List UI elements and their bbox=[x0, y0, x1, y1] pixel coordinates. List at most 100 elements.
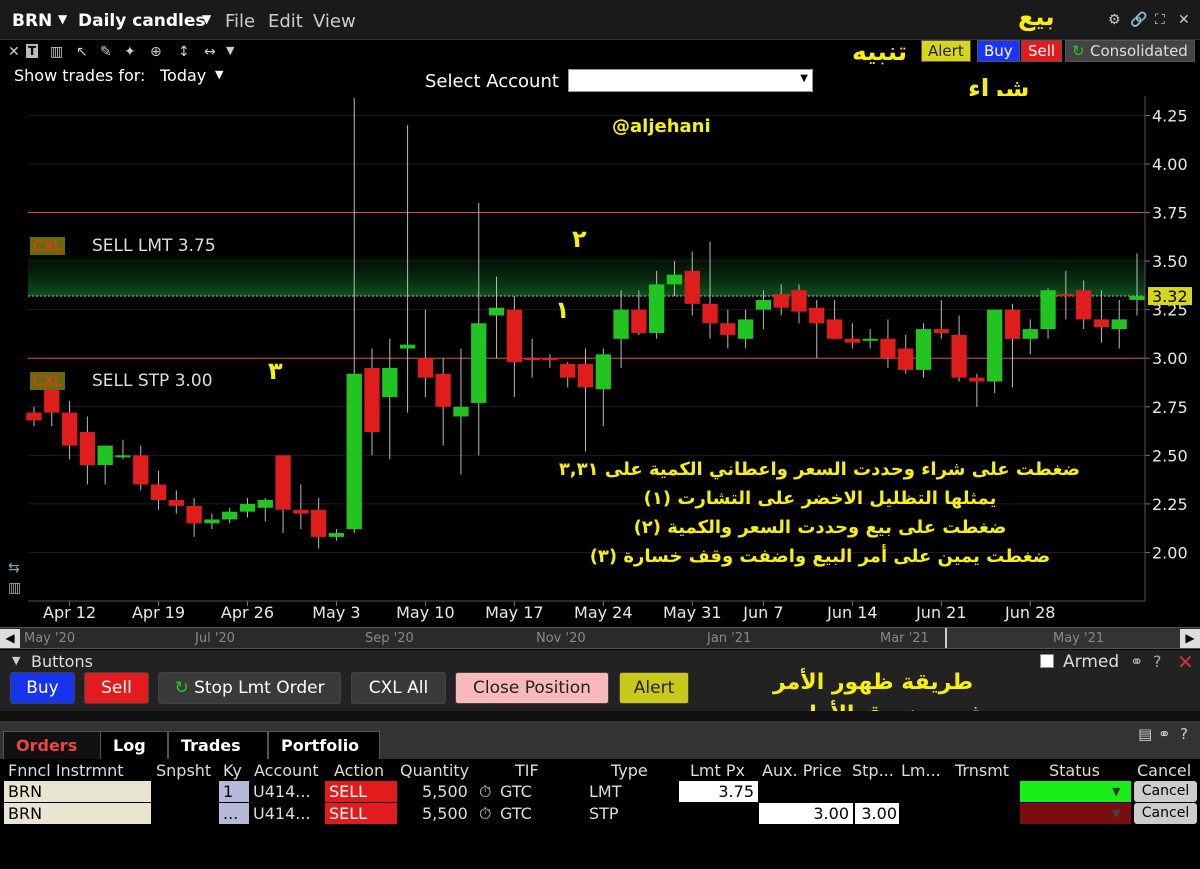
help-icon[interactable]: ? bbox=[1153, 652, 1162, 671]
volume-icon[interactable]: ▥ bbox=[8, 580, 21, 596]
chevron-down-icon[interactable]: ▼ bbox=[1112, 781, 1120, 802]
col-tif[interactable]: TIF bbox=[515, 761, 539, 780]
table-row[interactable]: BRN ... U414... SELL 5,500 ⏱ GTC STP 3.0… bbox=[0, 803, 1200, 825]
candle-body bbox=[1093, 319, 1110, 328]
chart-settings-icon[interactable]: ⇆ bbox=[8, 560, 20, 576]
cell-quantity: 5,500 bbox=[422, 782, 468, 801]
alert-button[interactable]: Alert bbox=[921, 40, 971, 62]
show-trades-dropdown[interactable]: Today bbox=[160, 66, 206, 85]
candle-body bbox=[471, 323, 487, 403]
cell-key: 1 bbox=[219, 781, 249, 802]
cell-status: ▼ bbox=[1020, 781, 1131, 802]
col-snapshot[interactable]: Snpsht bbox=[156, 761, 211, 780]
cursor-icon[interactable]: ↖ bbox=[76, 44, 88, 60]
cell-tif: GTC bbox=[500, 782, 532, 801]
cancel-button[interactable]: Cancel bbox=[1134, 781, 1197, 802]
col-cancel[interactable]: Cancel bbox=[1137, 761, 1191, 780]
stop-lmt-order-button[interactable]: ↻ Stop Lmt Order bbox=[158, 672, 341, 704]
pencil-icon[interactable]: ✎ bbox=[100, 44, 112, 60]
vertical-icon[interactable]: ↕ bbox=[178, 44, 190, 60]
candle-body bbox=[844, 338, 861, 343]
col-status[interactable]: Status bbox=[1049, 761, 1100, 780]
candle-body bbox=[809, 307, 825, 324]
consolidated-button[interactable]: ↻ Consolidated bbox=[1065, 40, 1195, 62]
col-type[interactable]: Type bbox=[611, 761, 648, 780]
chevron-down-icon[interactable]: ▼ bbox=[215, 68, 223, 81]
link-icon[interactable]: 🔗 bbox=[1130, 12, 1147, 28]
account-select[interactable]: ▼ bbox=[568, 69, 813, 92]
horizontal-icon[interactable]: ↔ bbox=[204, 44, 216, 60]
sell-stop-label[interactable]: SELL STP 3.00 bbox=[92, 371, 213, 391]
x-tick-label: Apr 26 bbox=[221, 603, 274, 622]
chevron-down-icon[interactable]: ▼ bbox=[1112, 803, 1120, 824]
col-action[interactable]: Action bbox=[334, 761, 384, 780]
chevron-down-icon[interactable]: ▼ bbox=[202, 12, 211, 26]
tab-orders[interactable]: Orders bbox=[3, 731, 105, 759]
menu-edit[interactable]: Edit bbox=[268, 11, 303, 32]
expand-icon[interactable]: ⛶ bbox=[1155, 12, 1165, 28]
y-tick-label: 3.50 bbox=[1152, 252, 1188, 271]
close-position-button[interactable]: Close Position bbox=[455, 672, 609, 704]
close-icon[interactable]: ✕ bbox=[1177, 650, 1194, 674]
crosshair-icon[interactable]: ⊕ bbox=[150, 44, 162, 60]
symbol-dropdown[interactable]: BRN bbox=[12, 11, 52, 31]
table-row[interactable]: BRN 1 U414... SELL 5,500 ⏱ GTC LMT 3.75 … bbox=[0, 781, 1200, 803]
cell-instrument: BRN bbox=[4, 781, 151, 802]
cell-aux-price[interactable]: 3.00 bbox=[759, 803, 853, 824]
col-instrument[interactable]: Fnncl Instrmnt bbox=[8, 761, 124, 780]
cxl-all-button[interactable]: CXL All bbox=[351, 672, 446, 704]
x-tick-label: Jun 7 bbox=[742, 603, 783, 622]
link-icon[interactable]: ⚭ bbox=[1158, 725, 1171, 743]
nav-left-arrow[interactable]: ◀ bbox=[0, 629, 20, 648]
cell-type: LMT bbox=[589, 782, 622, 801]
tab-log[interactable]: Log bbox=[100, 731, 168, 759]
cxl-limit-button[interactable]: CXL bbox=[30, 237, 66, 255]
pin-icon[interactable]: ✕ bbox=[8, 44, 20, 60]
time-navigator[interactable]: ◀ ▶ May '20 Jul '20 Sep '20 Nov '20 Jan … bbox=[0, 627, 1200, 649]
tab-portfolio[interactable]: Portfolio bbox=[268, 731, 380, 759]
period-dropdown[interactable]: Daily candles bbox=[78, 11, 206, 31]
panel-alert-button[interactable]: Alert bbox=[619, 672, 689, 704]
document-icon[interactable]: ▤ bbox=[1138, 725, 1152, 743]
sell-button[interactable]: Sell bbox=[1021, 40, 1063, 62]
cxl-stop-button[interactable]: CXL bbox=[30, 372, 66, 390]
help-icon[interactable]: ? bbox=[1180, 725, 1188, 743]
collapse-icon[interactable]: ▼ bbox=[12, 654, 20, 667]
gear-icon[interactable]: ⚙ bbox=[1108, 12, 1121, 28]
col-lm[interactable]: Lm... bbox=[901, 761, 941, 780]
link-icon[interactable]: ⚭ bbox=[1130, 652, 1143, 671]
menu-view[interactable]: View bbox=[313, 11, 356, 32]
col-quantity[interactable]: Quantity bbox=[400, 761, 469, 780]
order-note-line1: طريقة ظهور الأمر bbox=[773, 670, 974, 695]
text-icon[interactable]: T bbox=[26, 44, 39, 58]
tab-trades[interactable]: Trades bbox=[168, 731, 268, 759]
candle-body bbox=[951, 334, 967, 378]
sell-limit-label[interactable]: SELL LMT 3.75 bbox=[92, 236, 216, 256]
candle-body bbox=[666, 274, 683, 285]
buy-shading bbox=[28, 257, 1145, 297]
panel-buy-button[interactable]: Buy bbox=[10, 672, 75, 704]
cell-stp[interactable]: 3.00 bbox=[855, 803, 899, 824]
candle-body bbox=[239, 503, 256, 512]
col-stp[interactable]: Stp... bbox=[852, 761, 894, 780]
close-icon[interactable]: ✕ bbox=[1178, 12, 1190, 28]
bars-icon[interactable]: ▥ bbox=[50, 44, 63, 60]
col-lmt-px[interactable]: Lmt Px bbox=[690, 761, 745, 780]
draw-icon[interactable]: ✦ bbox=[124, 44, 136, 60]
col-key[interactable]: Ky bbox=[223, 761, 242, 780]
menu-file[interactable]: File bbox=[225, 11, 255, 32]
col-aux-price[interactable]: Aux. Price bbox=[762, 761, 842, 780]
x-tick-label: Jun 28 bbox=[1004, 603, 1055, 622]
buy-button[interactable]: Buy bbox=[977, 40, 1020, 62]
candle-body bbox=[435, 373, 451, 407]
cancel-button[interactable]: Cancel bbox=[1134, 803, 1197, 824]
chevron-down-icon[interactable]: ▼ bbox=[226, 44, 234, 57]
cell-lmt-px[interactable]: 3.75 bbox=[679, 781, 758, 802]
col-transmit[interactable]: Trnsmt bbox=[955, 761, 1009, 780]
col-account[interactable]: Account bbox=[254, 761, 319, 780]
x-tick-label: Apr 19 bbox=[132, 603, 185, 622]
chevron-down-icon[interactable]: ▼ bbox=[58, 12, 67, 26]
nav-right-arrow[interactable]: ▶ bbox=[1180, 629, 1200, 648]
armed-checkbox[interactable] bbox=[1040, 654, 1054, 668]
panel-sell-button[interactable]: Sell bbox=[84, 672, 149, 704]
